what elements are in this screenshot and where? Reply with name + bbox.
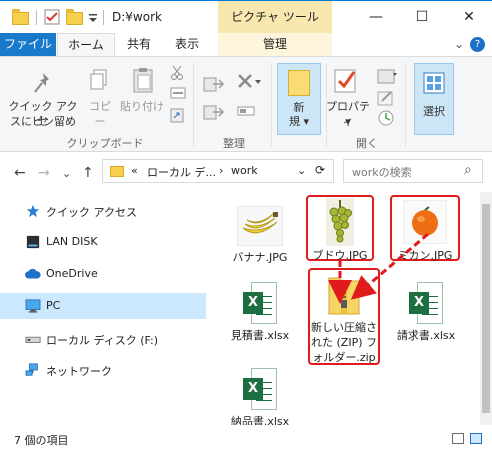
- nas-icon: [26, 235, 40, 249]
- breadcrumb-separator[interactable]: ›: [219, 164, 223, 177]
- copy-icon[interactable]: [90, 69, 108, 90]
- sidebar-item-onedrive[interactable]: OneDrive: [0, 261, 206, 287]
- rename-icon[interactable]: [237, 103, 255, 123]
- star-icon: [26, 204, 40, 218]
- ribbon-expand-icon[interactable]: ⌄: [452, 33, 466, 56]
- open-icon[interactable]: [377, 67, 397, 87]
- copy-path-icon[interactable]: [170, 87, 188, 107]
- pc-icon: [25, 299, 41, 313]
- close-button[interactable]: ✕: [446, 1, 492, 33]
- vertical-scrollbar[interactable]: [480, 192, 492, 425]
- paste-button[interactable]: 貼り付け: [118, 99, 166, 114]
- tab-manage[interactable]: 管理: [218, 33, 332, 56]
- breadcrumb-overflow[interactable]: «: [131, 164, 138, 177]
- new-button[interactable]: 新 規 ▾: [277, 63, 321, 135]
- window-title: D:¥work: [112, 10, 162, 24]
- status-bar: 7 個の項目: [0, 425, 492, 452]
- help-icon[interactable]: ?: [470, 37, 485, 52]
- address-bar[interactable]: « ローカル デ... › work ⌄ ⟳: [102, 159, 334, 183]
- tab-share[interactable]: 共有: [117, 33, 161, 56]
- file-list: バナナ.JPG ブドウ.JPG ミカン.JPG X 見積書.xlsx 新しい圧縮…: [210, 192, 480, 428]
- folder-icon: [110, 166, 124, 177]
- sidebar-item-quick-access[interactable]: クイック アクセス: [0, 198, 206, 224]
- move-to-icon[interactable]: [203, 75, 225, 95]
- address-row: ← → ⌄ ↑ « ローカル デ... › work ⌄ ⟳ workの検索 ⌕: [0, 152, 492, 192]
- annotation-arrows: [328, 232, 429, 304]
- copy-to-icon[interactable]: [203, 103, 225, 123]
- tab-home[interactable]: ホーム: [57, 33, 115, 57]
- search-icon[interactable]: ⌕: [464, 162, 472, 178]
- picture-tools-context-label: ピクチャ ツール: [218, 1, 332, 34]
- breadcrumb-local-disk[interactable]: ローカル デ...: [147, 164, 216, 180]
- details-view-icon[interactable]: [452, 433, 464, 444]
- item-count: 7 個の項目: [14, 434, 69, 447]
- paste-shortcut-icon[interactable]: [170, 107, 188, 127]
- drive-icon: [25, 336, 41, 343]
- maximize-button[interactable]: ☐: [399, 1, 445, 33]
- divider: [103, 10, 104, 25]
- refresh-icon[interactable]: ⟳: [315, 163, 325, 177]
- navigation-pane: クイック アクセス LAN DISK OneDrive PC ローカル ディスク…: [0, 192, 210, 425]
- up-button[interactable]: ↑: [82, 165, 94, 181]
- sidebar-item-pc[interactable]: PC: [0, 293, 206, 319]
- divider: [405, 63, 406, 147]
- customize-qat-icon[interactable]: [88, 9, 98, 25]
- large-icons-view-icon[interactable]: [470, 433, 482, 444]
- delete-icon[interactable]: [237, 73, 261, 93]
- divider: [193, 63, 194, 147]
- pin-label-line2[interactable]: スにピン留め: [6, 114, 80, 129]
- pin-icon[interactable]: [33, 72, 53, 93]
- tab-view[interactable]: 表示: [165, 33, 209, 56]
- new-label-line1: 新: [293, 101, 305, 114]
- sidebar-item-label: ローカル ディスク (F:): [46, 334, 158, 347]
- history-icon[interactable]: [377, 109, 395, 129]
- back-button[interactable]: ←: [14, 165, 26, 181]
- search-input[interactable]: workの検索 ⌕: [343, 159, 483, 183]
- ribbon-tabs: ファイル ホーム 共有 表示 管理 ⌄ ?: [0, 33, 492, 57]
- paste-icon[interactable]: [133, 67, 153, 93]
- title-bar: D:¥work ピクチャ ツール — ☐ ✕: [0, 0, 492, 34]
- address-dropdown-icon[interactable]: ⌄: [297, 164, 306, 177]
- scrollbar-thumb[interactable]: [482, 204, 490, 413]
- sidebar-item-local-disk-f[interactable]: ローカル ディスク (F:): [0, 326, 206, 352]
- edit-icon[interactable]: [377, 89, 395, 109]
- properties-icon[interactable]: [44, 9, 60, 25]
- organize-group-label: 整理: [223, 137, 245, 150]
- properties-dropdown-icon[interactable]: ▾: [322, 114, 374, 129]
- divider: [271, 63, 272, 147]
- cloud-icon: [25, 268, 41, 279]
- copy-button[interactable]: コピー: [84, 99, 116, 129]
- sidebar-item-label: ネットワーク: [46, 365, 112, 378]
- select-button[interactable]: 選択: [414, 63, 454, 135]
- sidebar-item-lan-disk[interactable]: LAN DISK: [0, 229, 206, 255]
- new-folder-icon: [288, 70, 310, 96]
- new-label-line2: 規 ▾: [288, 115, 310, 128]
- sidebar-item-label: クイック アクセス: [46, 206, 137, 219]
- breadcrumb-work[interactable]: work: [231, 164, 258, 177]
- sidebar-item-network[interactable]: ネットワーク: [0, 357, 206, 383]
- clipboard-group-label: クリップボード: [66, 137, 144, 150]
- properties-icon[interactable]: [334, 67, 356, 93]
- ribbon: クイック アクセ スにピン留め コピー 貼り付け クリップボード 整理 新 規 …: [0, 56, 492, 152]
- divider: [36, 10, 37, 25]
- cut-icon[interactable]: [170, 65, 188, 85]
- sidebar-item-label: OneDrive: [46, 267, 98, 280]
- select-icon: [423, 72, 445, 94]
- tab-file[interactable]: ファイル: [0, 33, 56, 56]
- open-group-label: 開く: [356, 137, 378, 150]
- network-icon: [25, 363, 38, 376]
- sidebar-item-label: LAN DISK: [46, 235, 98, 248]
- forward-button[interactable]: →: [38, 165, 50, 181]
- sidebar-item-label: PC: [46, 299, 61, 312]
- arrow-mikan-to-zip: [350, 232, 429, 300]
- minimize-button[interactable]: —: [353, 1, 399, 33]
- search-placeholder: workの検索: [352, 166, 412, 179]
- select-label: 選択: [423, 105, 445, 118]
- recent-locations-button[interactable]: ⌄: [62, 167, 71, 180]
